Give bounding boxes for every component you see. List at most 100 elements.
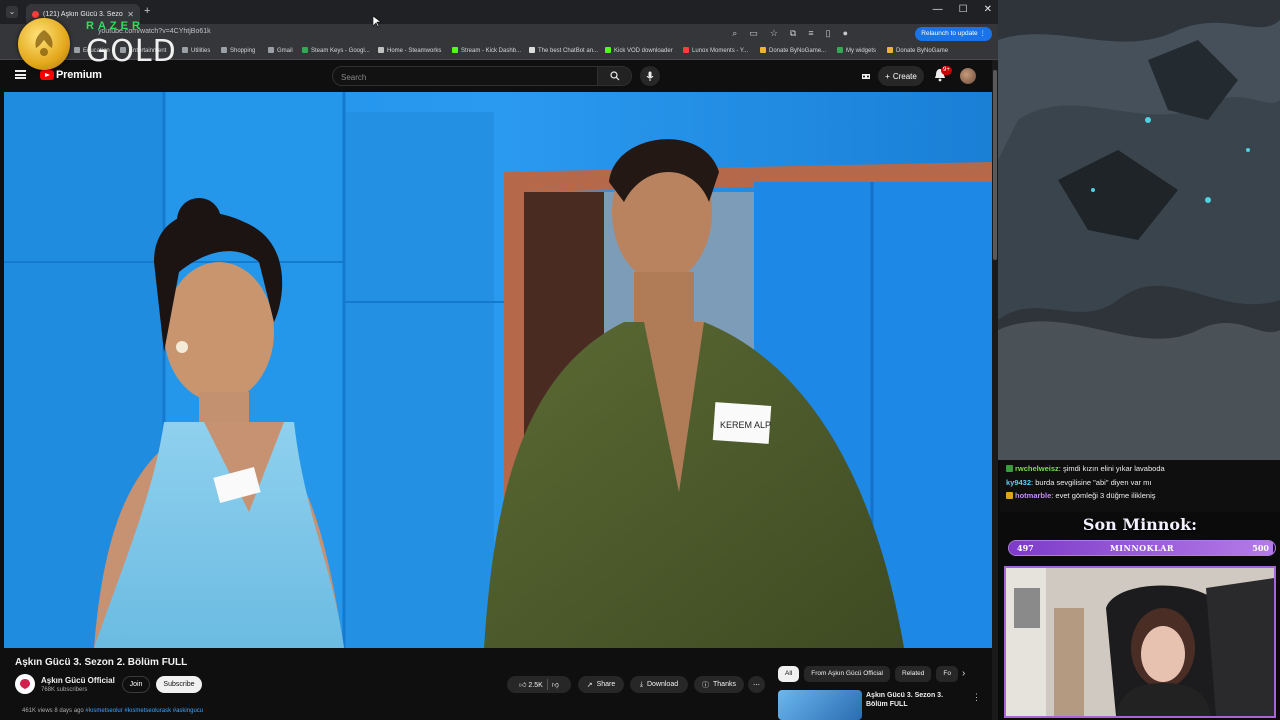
subscribe-button[interactable]: Subscribe [156, 676, 202, 693]
search-input[interactable] [333, 68, 595, 87]
bookmark-label: Steam Keys - Googl... [311, 48, 370, 54]
menu-icon[interactable] [15, 70, 26, 79]
video-frame: KEREM ALP [4, 92, 992, 648]
bookmark-icon [887, 47, 893, 53]
chat-message: hotmarble: evet gömleği 3 düğme ilikleni… [1006, 491, 1156, 500]
filter-chip[interactable]: Fo [936, 666, 958, 682]
bookmark-icon [529, 47, 535, 53]
bookmark-item[interactable]: Kick VOD downloader [605, 47, 673, 54]
chat-message: rwchelweisz: şimdi kızın elini yıkar lav… [1006, 464, 1165, 473]
bookmark-item[interactable]: Stream - Kick Dashb... [452, 47, 521, 54]
tab-search-icon[interactable]: ⌄ [6, 6, 18, 18]
download-button[interactable]: ⤓ Download [630, 676, 688, 693]
close-tab-icon[interactable]: ✕ [127, 10, 134, 19]
hashtags[interactable]: #kısmetseolur #kısmetseolurask #askinguc… [85, 708, 203, 714]
more-icon: ⋯ [753, 681, 760, 689]
chat-text: : şimdi kızın elini yıkar lavaboda [1058, 464, 1165, 473]
views-date: 461K views 8 days ago [22, 708, 84, 714]
bookmark-label: Home - Steamworks [387, 48, 442, 54]
chevron-right-icon[interactable]: › [962, 668, 965, 679]
recommended-thumbnail[interactable] [778, 690, 862, 720]
relaunch-button[interactable]: Relaunch to update ⋮ [915, 27, 992, 41]
voice-search-button[interactable] [640, 66, 660, 86]
plus-icon: + [885, 71, 890, 81]
search-button[interactable] [597, 67, 631, 85]
minimize-icon[interactable]: — [933, 4, 943, 15]
share-button[interactable]: ↗ Share [578, 676, 624, 693]
bookmark-item[interactable]: Lunox Moments - Y... [683, 47, 748, 54]
chat-username: hotmarble [1015, 491, 1052, 500]
chat-text: : evet gömleği 3 düğme ilikleniş [1051, 491, 1156, 500]
bookmark-item[interactable]: My widgets [837, 47, 876, 54]
bookmark-star-icon[interactable]: ☆ [770, 28, 778, 39]
bookmark-icon [74, 47, 80, 53]
window-controls: — ☐ ✕ [933, 4, 992, 15]
maximize-icon[interactable]: ☐ [959, 4, 968, 15]
join-button[interactable]: Join [122, 676, 150, 693]
youtube-logo-icon[interactable] [40, 70, 54, 80]
razer-gold-coin-logo [18, 18, 70, 70]
share-icon: ↗ [586, 681, 593, 689]
profile-icon[interactable]: ● [843, 28, 848, 39]
bookmark-icon [268, 47, 274, 53]
recommendation-chips: All From Aşkın Gücü Official Related Fo [778, 666, 958, 682]
gaming-icon[interactable] [860, 70, 872, 82]
thumb-down-icon: 👎︎ [551, 682, 559, 689]
zoom-icon[interactable]: ⌕ [732, 28, 737, 39]
bookmark-label: Donate ByNoGame [896, 48, 949, 54]
create-button[interactable]: + Create [878, 66, 924, 86]
address-icons: ⌕ ▭ ☆ ⧉ ≡ ▯ ● [732, 28, 848, 39]
bookmark-icon [378, 47, 384, 53]
thanks-button[interactable]: ⓘ Thanks [694, 676, 744, 693]
bookmark-label: Gmail [277, 48, 293, 54]
sidebar-icon[interactable]: ▯ [826, 28, 831, 39]
bookmark-icon [837, 47, 843, 53]
bookmark-label: Lunox Moments - Y... [692, 48, 749, 54]
media-icon[interactable]: ≡ [808, 28, 813, 39]
bookmark-label: Donate ByNoGame... [769, 48, 827, 54]
bookmark-item[interactable]: Home - Steamworks [378, 47, 441, 54]
video-title: Aşkın Gücü 3. Sezon 2. Bölüm FULL [15, 657, 188, 668]
filter-chip[interactable]: Related [895, 666, 932, 682]
more-actions-button[interactable]: ⋯ [748, 676, 765, 693]
bookmark-item[interactable]: Donate ByNoGame [887, 47, 948, 54]
extensions-icon[interactable]: ⧉ [790, 28, 796, 39]
like-count: 2.5K [528, 682, 543, 689]
bookmark-icon [605, 47, 611, 53]
new-tab-icon[interactable]: + [144, 5, 150, 17]
account-avatar[interactable] [960, 68, 976, 84]
chat-username: ky9432 [1006, 477, 1032, 487]
bookmark-item[interactable]: Shopping [221, 47, 255, 54]
youtube-brand[interactable]: Premium [56, 69, 102, 81]
stream-background-art [998, 0, 1280, 460]
goal-title: Son Minnok: [1082, 515, 1198, 534]
bookmark-item[interactable]: Gmail [268, 47, 293, 54]
subscriber-count: 768K subscribers [41, 687, 88, 693]
close-window-icon[interactable]: ✕ [984, 4, 992, 15]
cast-icon[interactable]: ▭ [749, 28, 758, 39]
recommended-title[interactable]: Aşkın Gücü 3. Sezon 3. Bölüm FULL [866, 691, 966, 709]
bookmark-item[interactable]: Utilities [182, 47, 210, 54]
filter-chip[interactable]: From Aşkın Gücü Official [804, 666, 890, 682]
scrollbar-thumb[interactable] [993, 70, 997, 260]
mouse-cursor-icon [373, 16, 381, 28]
bookmark-item[interactable]: Donate ByNoGame... [760, 47, 826, 54]
channel-avatar[interactable] [15, 674, 35, 694]
razer-wordmark: RAZER [86, 20, 144, 32]
thanks-label: Thanks [713, 681, 736, 688]
bookmark-label: Kick VOD downloader [614, 48, 673, 54]
like-button[interactable]: 👍︎ 2.5K [519, 680, 543, 689]
tab-strip: ⌄ (121) Aşkın Gücü 3. Sezon ✕ + — ☐ ✕ [0, 0, 998, 24]
dislike-button[interactable]: 👎︎ [552, 680, 559, 689]
relaunch-label: Relaunch to update [921, 30, 978, 37]
goal-target: 500 [1252, 543, 1269, 553]
chat-text: : burda sevgilisine "abi" diyen var mı [1031, 477, 1152, 487]
bookmark-item[interactable]: Steam Keys - Googl... [302, 47, 370, 54]
channel-name[interactable]: Aşkın Gücü Official [41, 676, 115, 685]
video-player[interactable]: KEREM ALP [4, 92, 992, 648]
bookmark-label: My widgets [846, 48, 877, 54]
chat-username: rwchelweisz [1015, 464, 1059, 473]
recommended-more-icon[interactable]: ⋮ [972, 692, 981, 703]
bookmark-item[interactable]: The best ChatBot an... [529, 47, 598, 54]
filter-chip[interactable]: All [778, 666, 800, 682]
